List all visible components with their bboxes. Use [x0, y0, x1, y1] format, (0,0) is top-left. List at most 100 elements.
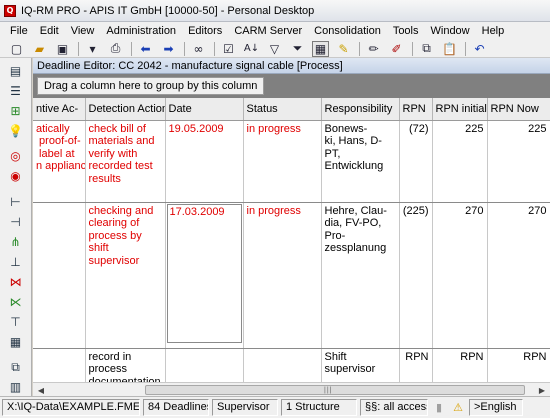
cell-status[interactable]: in progress: [243, 120, 322, 203]
save-icon[interactable]: ▣: [54, 41, 71, 57]
check-icon[interactable]: ☑: [220, 41, 237, 57]
toolbar-separator: [184, 41, 185, 56]
cell-detection-action[interactable]: checking and clearing of process by shif…: [85, 202, 166, 349]
status-deadlines-count: 84 Deadlines: [143, 399, 209, 416]
tree-icon[interactable]: ⊢: [5, 193, 27, 211]
date-edit-field[interactable]: 17.03.2009: [166, 203, 242, 343]
target-icon[interactable]: ◎: [5, 147, 27, 165]
group-by-hint: Drag a column here to group by this colu…: [37, 77, 265, 95]
table-row[interactable]: record in process documentation and chec…: [33, 348, 550, 382]
tree-green-icon[interactable]: ⋔: [5, 233, 27, 251]
editor-sidebar: ▤ ☰ ⊞ 💡 ◎ ◉ ⊢ ⊣ ⋔ ⊥ ⋈ ⋉ ⊤ ▦ ⧉ ▥: [0, 58, 32, 396]
filter-icon[interactable]: ▽: [266, 41, 283, 57]
menu-edit[interactable]: Edit: [34, 22, 65, 40]
toolbar-separator: [359, 41, 360, 56]
menu-tools[interactable]: Tools: [387, 22, 425, 40]
column-header-rpn-initial[interactable]: RPN initial: [432, 98, 488, 121]
cell-rpn-initial[interactable]: RPN: [432, 348, 488, 382]
filter-edit-icon[interactable]: ⏷: [289, 41, 306, 57]
scrollbar-thumb[interactable]: |||: [145, 385, 525, 395]
tree-red-icon[interactable]: ⋈: [5, 273, 27, 291]
toolbar-separator: [78, 41, 79, 56]
cell-preventive-action[interactable]: atically proof-of- label at n appliance: [33, 120, 86, 203]
cell-date[interactable]: [165, 348, 244, 382]
sort-icon[interactable]: A↓: [243, 41, 260, 57]
cell-date[interactable]: 19.05.2009: [165, 120, 244, 203]
column-header-preventive-action[interactable]: ntive Ac-: [33, 98, 86, 121]
table-row[interactable]: checking and clearing of process by shif…: [33, 202, 550, 349]
menu-carm-server[interactable]: CARM Server: [228, 22, 308, 40]
toolbar-separator: [214, 41, 215, 56]
forward-arrow-icon[interactable]: ➡: [160, 41, 177, 57]
tree-branch-icon[interactable]: ⊤: [5, 313, 27, 331]
menu-window[interactable]: Window: [425, 22, 476, 40]
edit-pencil-icon[interactable]: ✐: [388, 41, 405, 57]
column-header-status[interactable]: Status: [243, 98, 322, 121]
status-file-path: X:\IQ-Data\EXAMPLE.FME: [2, 399, 140, 416]
column-header-date[interactable]: Date: [165, 98, 244, 121]
cell-rpn-now[interactable]: 225: [487, 120, 550, 203]
lightbulb-icon[interactable]: 💡: [5, 122, 27, 140]
cell-rpn-initial[interactable]: 270: [432, 202, 488, 349]
eraser-icon[interactable]: ✎: [335, 41, 352, 57]
toolbar: ▢ ▰ ▣ ▾ ⎙ ⬅ ➡ ∞ ☑ A↓ ▽ ⏷ ▦ ✎ ✏ ✐ ⧉ 📋 ↶: [0, 40, 550, 58]
structure-view-icon[interactable]: ⊞: [5, 102, 27, 120]
column-header-responsibility[interactable]: Responsibility: [321, 98, 400, 121]
cell-responsibility[interactable]: Bonews- ki, Hans, D-PT, Entwicklung: [321, 120, 400, 203]
copy-structure-icon[interactable]: ⧉: [5, 358, 27, 376]
tree-link-icon[interactable]: ⊥: [5, 253, 27, 271]
column-header-rpn-now[interactable]: RPN Now: [487, 98, 550, 121]
cell-rpn[interactable]: (225): [399, 202, 433, 349]
status-language[interactable]: >English: [469, 399, 523, 416]
cell-rpn-initial[interactable]: 225: [432, 120, 488, 203]
form-view-icon[interactable]: ▤: [5, 62, 27, 80]
column-header-detection-action[interactable]: Detection Action: [85, 98, 166, 121]
open-dropdown-icon[interactable]: ▾: [84, 41, 101, 57]
scroll-left-icon[interactable]: ◀: [34, 384, 48, 396]
cell-detection-action[interactable]: check bill of materials and verify with …: [85, 120, 166, 203]
grid-view-icon[interactable]: ▦: [312, 40, 329, 57]
binoculars-icon[interactable]: ∞: [190, 41, 207, 57]
menu-editors[interactable]: Editors: [182, 22, 228, 40]
target-link-icon[interactable]: ◉: [5, 167, 27, 185]
tree-edit-icon[interactable]: ⊣: [5, 213, 27, 231]
list-view-icon[interactable]: ☰: [5, 82, 27, 100]
open-icon[interactable]: ▰: [31, 41, 48, 57]
undo-icon[interactable]: ↶: [471, 41, 488, 57]
table-icon[interactable]: ▦: [5, 333, 27, 351]
horizontal-scrollbar[interactable]: ◀ ||| ▶: [33, 382, 550, 396]
toolbar-separator: [465, 41, 466, 56]
cell-responsibility[interactable]: Hehre, Clau- dia, FV-PO, Pro- zessplanun…: [321, 202, 400, 349]
cell-status[interactable]: [243, 348, 322, 382]
scroll-right-icon[interactable]: ▶: [535, 384, 549, 396]
cell-detection-action[interactable]: record in process documentation and chec…: [85, 348, 166, 382]
cell-responsibility[interactable]: Shift supervisor: [321, 348, 400, 382]
cell-rpn-now[interactable]: 270: [487, 202, 550, 349]
cell-status[interactable]: in progress: [243, 202, 322, 349]
group-by-area[interactable]: Drag a column here to group by this colu…: [33, 74, 550, 98]
cell-preventive-action[interactable]: [33, 348, 86, 382]
title-bar: Q IQ-RM PRO - APIS IT GmbH [10000-50] - …: [0, 0, 550, 22]
menu-help[interactable]: Help: [476, 22, 511, 40]
cell-rpn[interactable]: (72): [399, 120, 433, 203]
table-row[interactable]: atically proof-of- label at n appliance …: [33, 120, 550, 203]
menu-file[interactable]: File: [4, 22, 34, 40]
menu-consolidation[interactable]: Consolidation: [308, 22, 387, 40]
cell-date[interactable]: 17.03.2009: [165, 202, 244, 349]
table-header-row: ntive Ac- Detection Action Date Status R…: [33, 98, 550, 121]
pencil-icon[interactable]: ✏: [365, 41, 382, 57]
cell-rpn[interactable]: RPN: [399, 348, 433, 382]
print-icon[interactable]: ⎙: [107, 41, 124, 57]
tree-network-icon[interactable]: ⋉: [5, 293, 27, 311]
cell-rpn-now[interactable]: RPN: [487, 348, 550, 382]
menu-administration[interactable]: Administration: [100, 22, 182, 40]
cell-preventive-action[interactable]: [33, 202, 86, 349]
menu-view[interactable]: View: [65, 22, 101, 40]
app-logo-icon: Q: [4, 4, 16, 17]
back-arrow-icon[interactable]: ⬅: [137, 41, 154, 57]
paste-icon[interactable]: 📋: [441, 41, 458, 57]
copy-icon[interactable]: ⧉: [418, 41, 435, 57]
chart-icon[interactable]: ▥: [5, 378, 27, 396]
new-icon[interactable]: ▢: [8, 41, 25, 57]
column-header-rpn[interactable]: RPN: [399, 98, 433, 121]
